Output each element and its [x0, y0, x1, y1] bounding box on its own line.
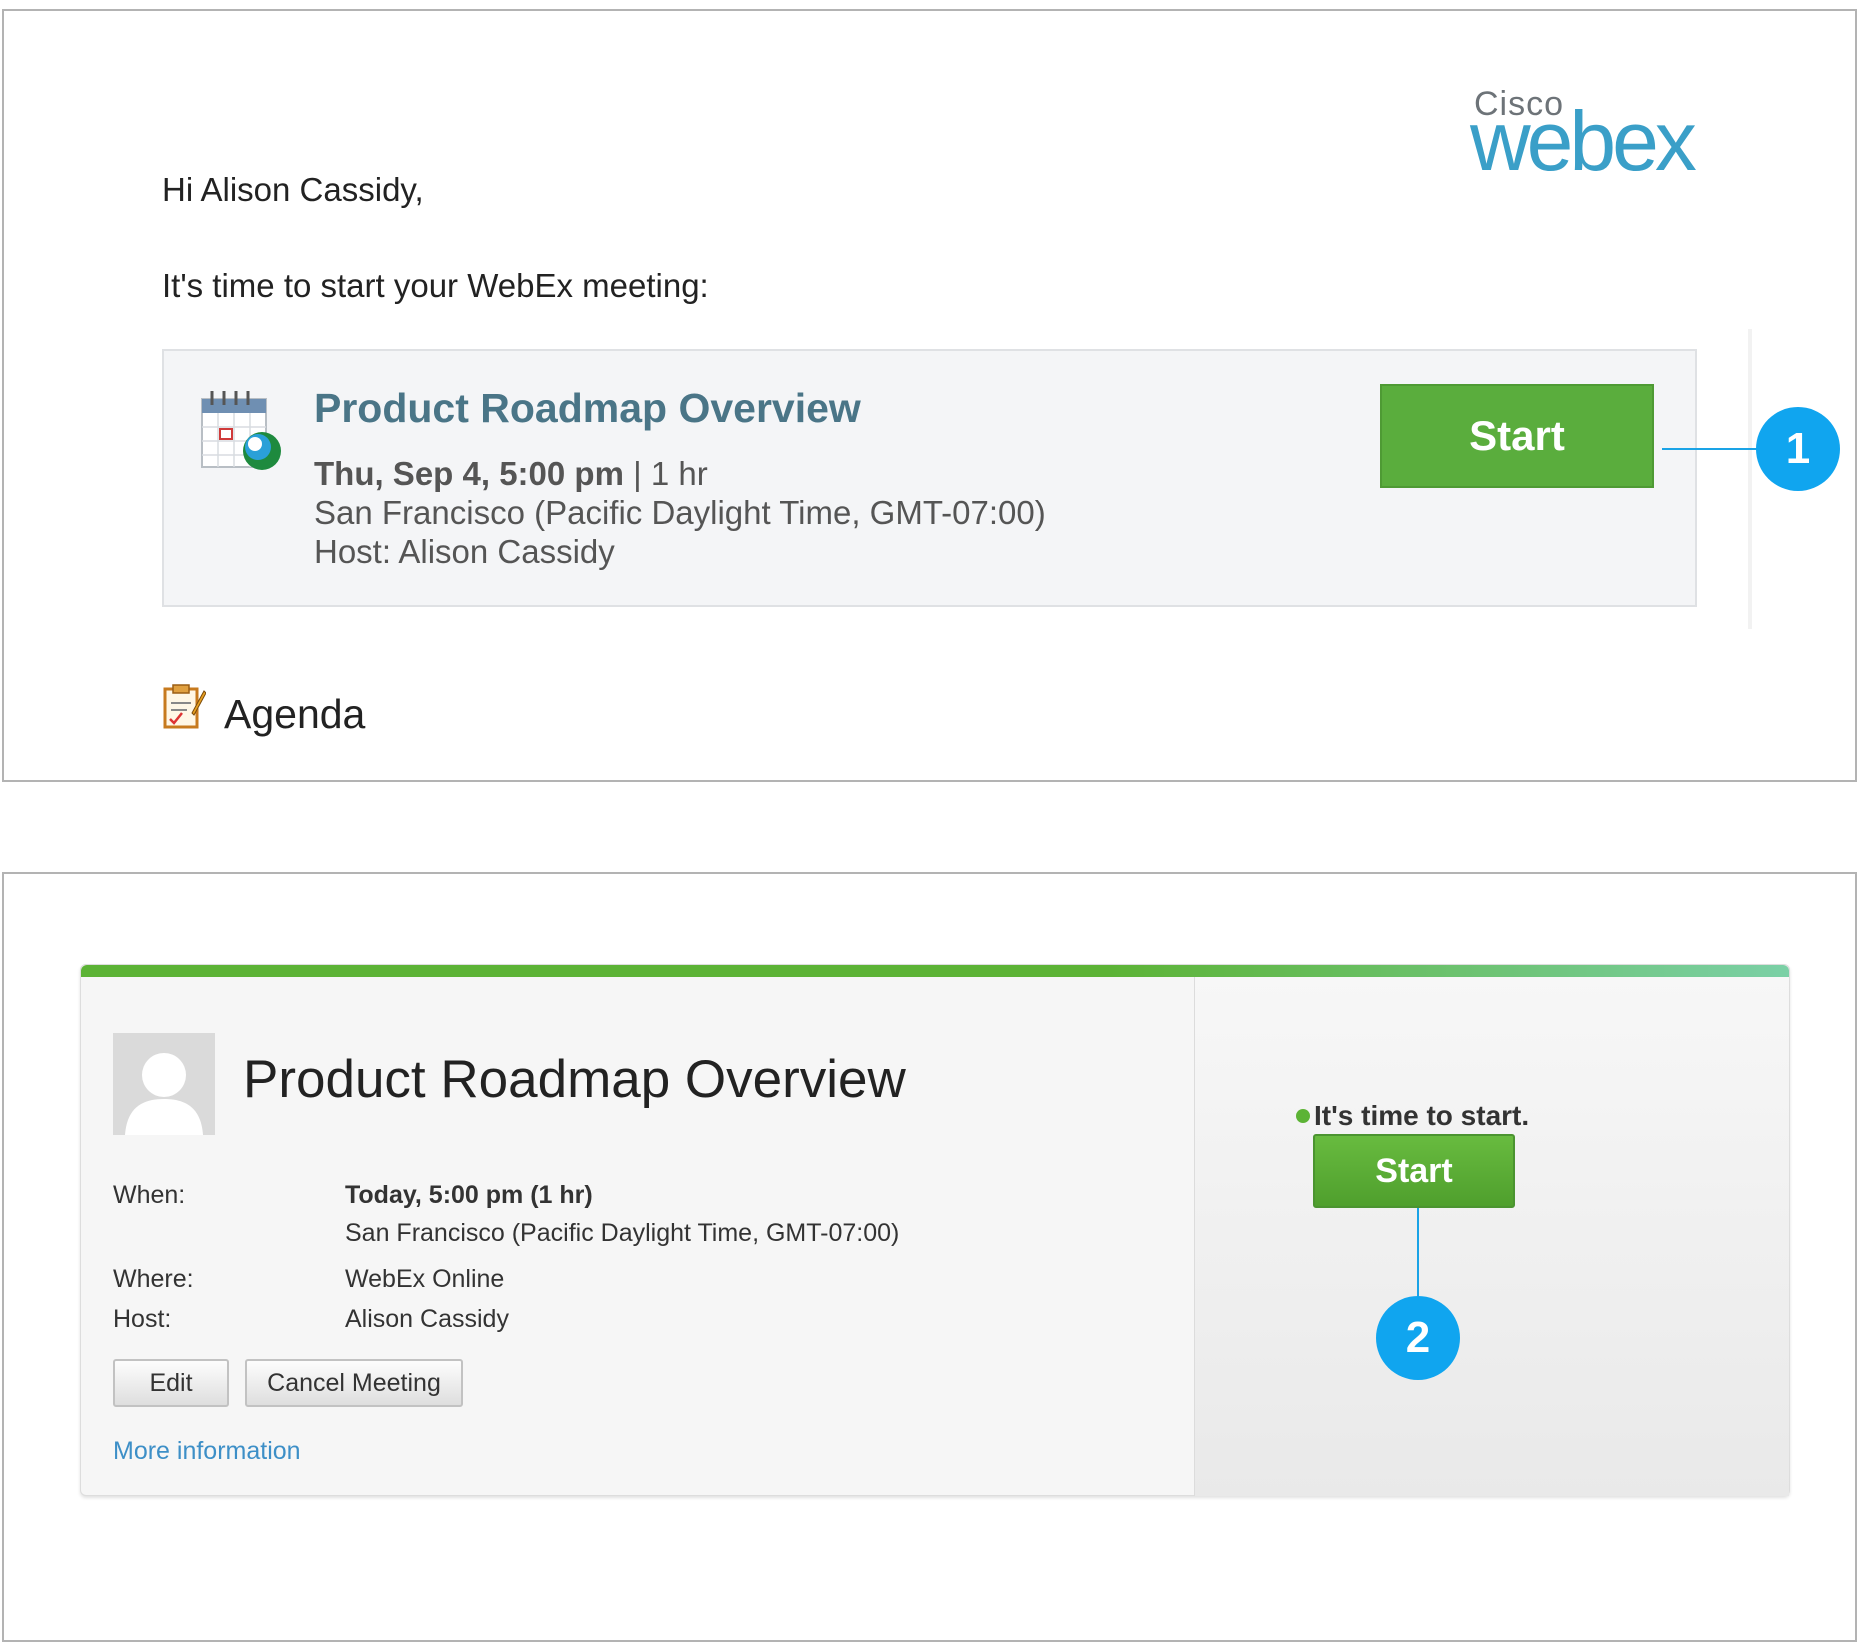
calendar-icon [201, 391, 281, 470]
callout-badge-2: 2 [1376, 1296, 1460, 1380]
meeting-summary-box: Product Roadmap Overview Thu, Sep 4, 5:0… [162, 349, 1697, 607]
meeting-host: Host: Alison Cassidy [314, 533, 615, 570]
meeting-page-panel: Product Roadmap Overview When: Today, 5:… [2, 872, 1857, 1642]
host-label: Host: [113, 1305, 172, 1333]
callout-connector-1 [1662, 448, 1758, 450]
agenda-icon[interactable] [162, 683, 206, 729]
email-reminder-panel: Cisco webex Hi Alison Cassidy, It's time… [2, 9, 1857, 782]
agenda-link[interactable]: Agenda [224, 691, 365, 738]
logo-brand-main: webex [1470, 94, 1697, 188]
cancel-meeting-button[interactable]: Cancel Meeting [245, 1359, 463, 1407]
meeting-datetime: Thu, Sep 4, 5:00 pm | 1 hr [314, 455, 708, 493]
meeting-title: Product Roadmap Overview [314, 385, 861, 431]
meeting-duration: | 1 hr [623, 455, 708, 492]
start-meeting-button[interactable]: Start [1380, 384, 1654, 488]
where-value: WebEx Online [345, 1265, 505, 1293]
meeting-card: Product Roadmap Overview When: Today, 5:… [80, 964, 1790, 1496]
host-value: Alison Cassidy [345, 1305, 509, 1333]
more-information-link[interactable]: More information [113, 1437, 301, 1466]
host-avatar [113, 1033, 215, 1135]
callout-connector-2 [1417, 1208, 1419, 1300]
meeting-date: Thu, Sep 4, 5:00 pm [314, 455, 624, 492]
when-label: When: [113, 1181, 186, 1209]
callout-badge-1: 1 [1756, 407, 1840, 491]
where-label: Where: [113, 1265, 194, 1293]
status-dot-icon [1296, 1109, 1310, 1123]
person-silhouette-icon [125, 1053, 203, 1135]
edit-button[interactable]: Edit [113, 1359, 229, 1407]
when-timezone: San Francisco (Pacific Daylight Time, GM… [345, 1219, 900, 1247]
when-value: Today, 5:00 pm (1 hr) [345, 1181, 593, 1209]
cisco-webex-logo: Cisco webex [1470, 79, 1700, 189]
guide-line [1748, 329, 1752, 629]
page-title: Product Roadmap Overview [243, 1050, 906, 1109]
status-text: It's time to start. [1314, 1100, 1530, 1131]
intro-text: It's time to start your WebEx meeting: [162, 267, 709, 304]
greeting-text: Hi Alison Cassidy, [162, 171, 424, 208]
start-button[interactable]: Start [1313, 1134, 1515, 1208]
status-message: It's time to start. [1296, 1100, 1529, 1132]
meeting-timezone: San Francisco (Pacific Daylight Time, GM… [314, 494, 1046, 531]
card-accent-bar [81, 965, 1789, 977]
card-start-section [1194, 977, 1789, 1496]
